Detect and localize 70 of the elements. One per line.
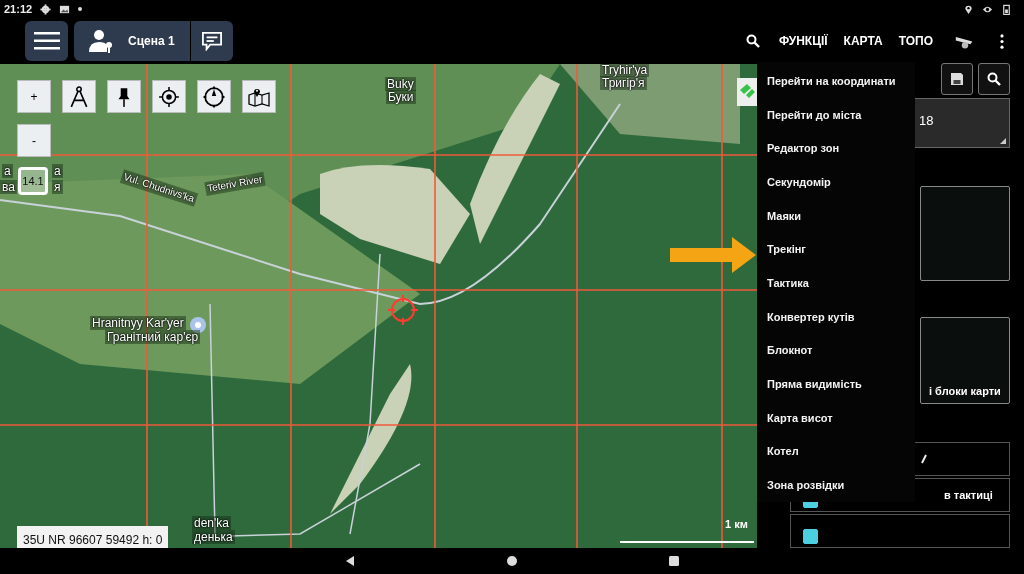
place-pin-icon <box>190 317 206 333</box>
map-label: den'ka <box>192 516 231 530</box>
card-text: і блоки карти <box>929 385 1001 397</box>
map-label: Tryhir'ya <box>600 64 650 77</box>
map-pin-button[interactable] <box>242 80 276 113</box>
menu-item[interactable]: Пряма видимість <box>757 367 915 401</box>
menu-icon <box>33 32 60 50</box>
map-label: Hranitnyy Kar'yer <box>90 316 186 330</box>
menu-button[interactable] <box>25 21 68 61</box>
image-icon <box>59 3 71 15</box>
zoom-in-button[interactable]: + <box>17 80 51 113</box>
target-icon <box>158 85 180 108</box>
menu-tab[interactable]: КАРТА <box>836 30 890 52</box>
checkbox[interactable] <box>803 529 818 544</box>
map-label: денька <box>192 530 235 544</box>
map-label: ва <box>0 180 17 194</box>
menu-item[interactable]: Редактор зон <box>757 131 915 166</box>
chat-button[interactable] <box>191 21 233 61</box>
more-icon[interactable] <box>1000 33 1004 49</box>
search-icon <box>987 72 1001 86</box>
coordinates-readout: 35U NR 96607 59492 h: 0 <box>17 526 169 548</box>
gear-icon <box>40 3 52 15</box>
menu-item[interactable]: Перейти на координати <box>757 64 915 98</box>
resize-handle-icon <box>1000 137 1006 144</box>
menu-item[interactable]: Секундомір <box>757 165 915 199</box>
menu-item[interactable]: Маяки <box>757 198 915 233</box>
menu-item[interactable]: Блокнот <box>757 333 915 368</box>
map-label: Teteriv River <box>204 171 266 197</box>
map-label: а <box>2 164 13 178</box>
zoom-level-badge: 14.1 <box>18 167 48 195</box>
menu-item[interactable]: Тактика <box>757 266 915 300</box>
menu-item[interactable]: Конвертер кутів <box>757 299 915 334</box>
drafting-compass-icon <box>68 85 90 108</box>
compass-tool-button[interactable] <box>62 80 96 113</box>
map-label: я <box>52 180 63 194</box>
menu-item[interactable]: Котел <box>757 434 915 469</box>
map-label: Buky <box>385 77 416 91</box>
menu-tab[interactable]: ФУНКЦІЇ <box>771 30 835 52</box>
search-button[interactable] <box>978 63 1010 95</box>
checkbox-label: в тактиці <box>944 489 993 501</box>
recent-apps-icon[interactable] <box>668 555 680 567</box>
scene-button[interactable]: Сцена 1 <box>74 21 190 61</box>
crosshair-icon <box>387 294 419 326</box>
menu-tab[interactable]: ТОПО <box>891 30 940 52</box>
home-icon[interactable] <box>506 555 518 567</box>
clock-time: 21:12 <box>4 3 33 15</box>
menu-item[interactable]: Перейти до міста <box>757 97 915 132</box>
menu-item[interactable]: Зона розвідки <box>757 468 915 502</box>
back-icon[interactable] <box>344 555 356 567</box>
pin-button[interactable] <box>107 80 141 113</box>
battery-icon <box>1001 3 1012 15</box>
save-button[interactable] <box>941 63 973 95</box>
dot-icon <box>78 7 83 11</box>
zoom-out-button[interactable]: - <box>17 124 51 157</box>
compass-icon <box>203 85 225 108</box>
map-label: а <box>52 164 63 178</box>
menu-item[interactable]: Трекінг <box>757 232 915 267</box>
locate-button[interactable] <box>152 80 186 113</box>
chat-icon <box>201 31 223 51</box>
menu-item[interactable]: Карта висот <box>757 400 915 435</box>
location-icon <box>963 3 974 15</box>
check-icon <box>921 454 927 464</box>
user-key-icon <box>88 29 114 53</box>
map-label: Гранітний кар'єр <box>105 330 201 344</box>
map-label: Буки <box>386 90 416 104</box>
search-icon[interactable] <box>745 34 760 48</box>
arrow-icon <box>670 237 756 273</box>
scale-label: 1 км <box>725 518 748 530</box>
map-label: Тригір'я <box>600 76 647 90</box>
orientation-button[interactable] <box>197 80 231 113</box>
